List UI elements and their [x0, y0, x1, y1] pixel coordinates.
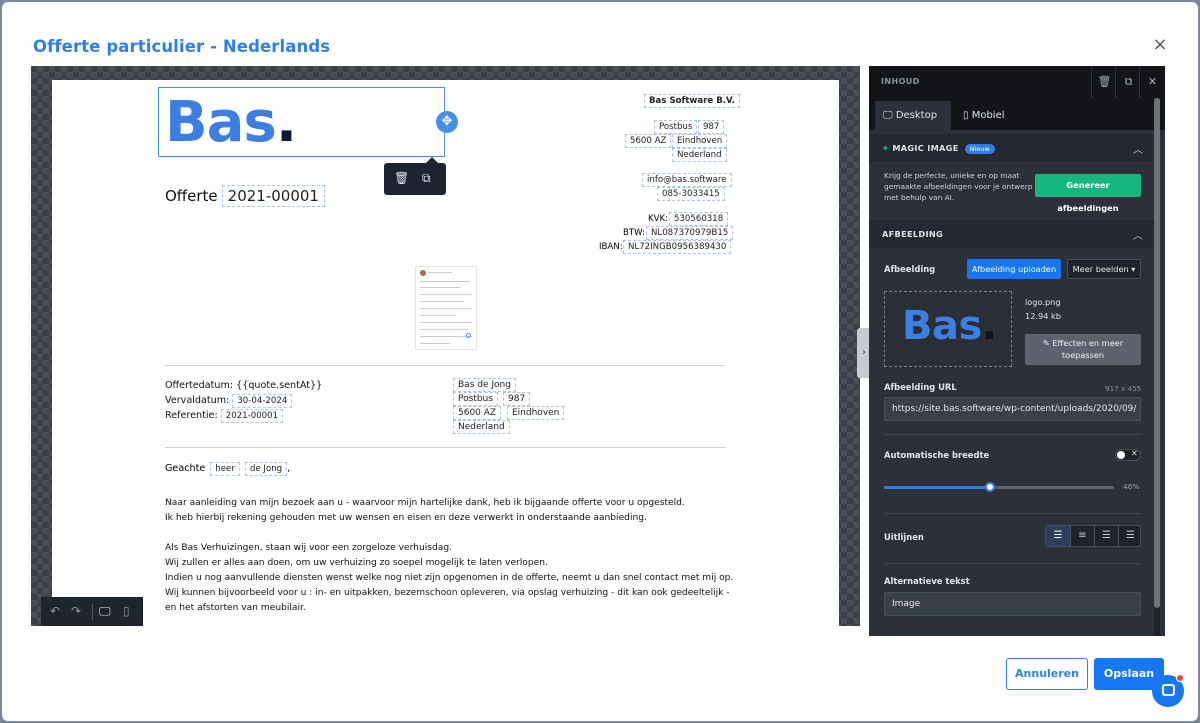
generate-images-button[interactable]: Genereer afbeeldingen: [1035, 174, 1141, 213]
width-slider[interactable]: [884, 482, 1114, 492]
recipient-postbus-label[interactable]: Postbus: [453, 392, 498, 406]
iban-value[interactable]: NL72INGB0956389430: [623, 240, 732, 254]
body-text[interactable]: Naar aanleiding van mijn bezoek aan u - …: [165, 496, 745, 626]
tab-desktop[interactable]: 🖵 Desktop: [875, 101, 951, 130]
tab-mobile[interactable]: ▯ Mobiel: [955, 101, 1013, 130]
redo-icon[interactable]: ↷: [71, 604, 81, 618]
image-url-label: Afbeelding URL: [884, 382, 957, 392]
btw-label: BTW:: [623, 228, 646, 238]
logo-image-block[interactable]: Bas.: [158, 87, 445, 157]
desktop-view-icon[interactable]: 🖵: [99, 604, 111, 619]
image-dimensions: 917 x 455: [1105, 384, 1142, 393]
sparkle-icon: ✦: [882, 143, 890, 153]
btw-value[interactable]: NL087370979B15: [646, 226, 734, 240]
auto-width-label: Automatische breedte: [884, 450, 990, 460]
effects-button[interactable]: ✎ Effecten en meer toepassen: [1025, 334, 1141, 365]
duplicate-icon[interactable]: ⧉: [1115, 66, 1141, 98]
company-country[interactable]: Nederland: [672, 148, 727, 162]
canvas-toolbar: ↶ ↷ 🖵 ▯: [41, 597, 143, 626]
mobile-view-icon[interactable]: ▯: [123, 604, 130, 618]
document-title: Offerte 2021-00001: [165, 185, 325, 207]
company-postbus-label[interactable]: Postbus: [654, 120, 698, 134]
pencil-icon: ✎: [1042, 338, 1050, 348]
width-value: 46%: [1123, 482, 1140, 491]
trash-icon[interactable]: 🗑: [394, 171, 409, 185]
quote-meta: Offertedatum: {{quote.sentAt}} Vervaldat…: [165, 380, 323, 423]
properties-panel: INHOUD 🗑 ⧉ ✕ 🖵 Desktop ▯ Mobiel ✦ MAGIC …: [869, 66, 1165, 636]
file-name: logo.png: [1025, 297, 1061, 307]
close-icon[interactable]: ✕: [1139, 66, 1165, 98]
trash-icon[interactable]: 🗑: [1091, 66, 1117, 98]
align-center-icon[interactable]: ≡: [1070, 526, 1094, 546]
new-badge: Nieuw: [964, 144, 995, 154]
file-info: logo.png 12.94 kb: [1025, 295, 1061, 323]
embedded-screenshot-image[interactable]: [415, 266, 477, 350]
iban-label: IBAN:: [599, 242, 623, 252]
image-label: Afbeelding: [884, 264, 936, 274]
divider-line: [165, 365, 725, 366]
image-section-header[interactable]: AFBEELDING ︿: [869, 220, 1154, 248]
divider-line: [165, 447, 725, 448]
align-left-icon[interactable]: ☰: [1046, 526, 1070, 546]
kvk-value[interactable]: 530560318: [669, 212, 729, 226]
image-url-input[interactable]: https://site.bas.software/wp-content/upl…: [884, 397, 1141, 421]
move-icon[interactable]: ✥: [436, 111, 458, 133]
magic-image-section-header[interactable]: ✦ MAGIC IMAGE Nieuw ︿: [869, 134, 1154, 162]
chevron-up-icon[interactable]: ︿: [1133, 141, 1143, 156]
company-name-field[interactable]: Bas Software B.V.: [644, 94, 740, 108]
close-icon: ✕: [1131, 449, 1138, 458]
company-phone[interactable]: 085-3033415: [657, 187, 725, 201]
magic-image-description: Krijg de perfecte, unieke en op maat gem…: [884, 171, 1033, 202]
more-images-button[interactable]: Meer beelden ▾: [1067, 259, 1141, 279]
company-email[interactable]: info@bas.software: [642, 173, 732, 187]
recipient-city[interactable]: Eindhoven: [507, 406, 565, 420]
align-label: Uitlijnen: [884, 532, 924, 542]
kvk-label: KVK:: [648, 214, 669, 224]
modal-title: Offerte particulier - Nederlands: [33, 37, 331, 56]
recipient-postbus-number[interactable]: 987: [503, 392, 531, 406]
greeting-title[interactable]: heer: [210, 462, 240, 476]
company-postbus-number[interactable]: 987: [698, 120, 725, 134]
align-justify-icon[interactable]: ☰: [1118, 526, 1142, 546]
mobile-icon: ▯: [963, 110, 969, 121]
offertedatum-value[interactable]: {{quote.sentAt}}: [236, 380, 322, 391]
image-toolbar: 🗑 ⧉: [384, 157, 446, 195]
panel-header: INHOUD 🗑 ⧉ ✕: [869, 66, 1165, 98]
greeting-lastname[interactable]: de Jong: [244, 462, 288, 476]
view-tabs: 🖵 Desktop ▯ Mobiel: [869, 98, 1165, 130]
referentie-field[interactable]: 2021-00001: [220, 409, 284, 423]
file-size: 12.94 kb: [1025, 311, 1061, 321]
logo-image: Bas.: [165, 90, 297, 155]
upload-image-button[interactable]: Afbeelding uploaden: [967, 259, 1061, 279]
vervaldatum-field[interactable]: 30-04-2024: [232, 394, 293, 408]
recipient-name[interactable]: Bas de Jong: [453, 378, 516, 392]
desktop-icon: 🖵: [883, 110, 893, 121]
panel-scrollbar[interactable]: [1154, 98, 1160, 636]
align-buttons: ☰ ≡ ☰ ☰: [1045, 525, 1141, 547]
slider-handle[interactable]: [985, 482, 995, 492]
align-right-icon[interactable]: ☰: [1094, 526, 1118, 546]
cancel-button[interactable]: Annuleren: [1006, 658, 1088, 690]
recipient-postcode[interactable]: 5600 AZ: [453, 406, 502, 420]
close-icon[interactable]: ×: [1150, 35, 1170, 55]
company-city[interactable]: Eindhoven: [672, 134, 728, 148]
editor-canvas: Bas. ✥ 🗑 ⧉ Offerte 2021-00001 Bas Softwar…: [31, 66, 860, 626]
chat-icon[interactable]: [1152, 674, 1184, 707]
chevron-up-icon[interactable]: ︿: [1133, 227, 1143, 242]
panel-title: INHOUD: [881, 77, 920, 86]
image-preview[interactable]: Bas.: [884, 291, 1012, 367]
duplicate-icon[interactable]: ⧉: [422, 171, 431, 186]
recipient-country[interactable]: Nederland: [453, 420, 510, 434]
undo-icon[interactable]: ↶: [50, 604, 60, 618]
quote-number-field[interactable]: 2021-00001: [221, 185, 325, 207]
document-page: Bas. ✥ 🗑 ⧉ Offerte 2021-00001 Bas Softwar…: [52, 80, 839, 626]
alt-text-input[interactable]: Image: [884, 592, 1141, 616]
greeting-line: Geachte heer de Jong,: [165, 462, 291, 476]
alt-text-label: Alternatieve tekst: [884, 576, 970, 586]
auto-width-toggle[interactable]: ✕: [1115, 449, 1141, 461]
company-postcode[interactable]: 5600 AZ: [625, 134, 672, 148]
